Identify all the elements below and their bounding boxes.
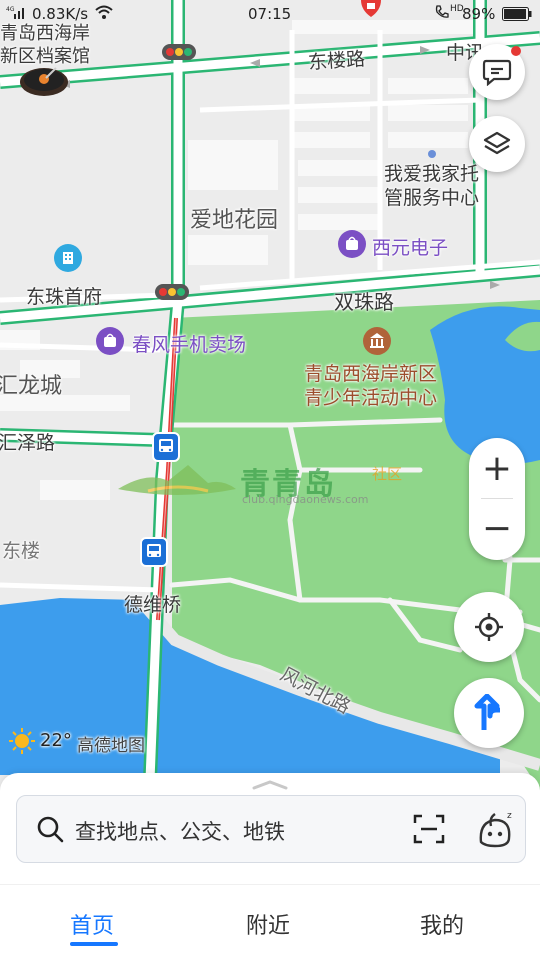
tab-home[interactable]: 首页	[70, 908, 114, 940]
weather-sun-icon	[8, 727, 36, 755]
message-icon	[482, 59, 512, 86]
svg-text:z: z	[507, 811, 512, 821]
road-label-donglou: 东楼路	[307, 48, 366, 74]
network-speed: 0.83K/s	[32, 5, 89, 23]
map-label-childcare-line2: 管服务中心	[384, 187, 480, 209]
voice-assistant-icon[interactable]: z	[475, 808, 517, 850]
notification-dot	[511, 46, 521, 56]
signal-icon: 4G	[6, 4, 28, 24]
museum-icon[interactable]	[363, 327, 391, 355]
watermark-logo-icon	[118, 465, 236, 495]
layers-button[interactable]	[469, 116, 525, 172]
watermark-tag: 社区	[372, 465, 403, 483]
location-marker-icon[interactable]	[359, 0, 383, 18]
traffic-light-icon	[162, 44, 196, 60]
record-player-icon[interactable]	[18, 62, 70, 98]
crosshair-icon	[475, 613, 503, 641]
search-bar[interactable]: 查找地点、公交、地铁 z	[16, 795, 526, 863]
route-arrow-icon	[474, 694, 500, 730]
map-label-xiyuan[interactable]: 西元电子	[372, 233, 448, 260]
map-label-donglou[interactable]: 东楼	[2, 536, 40, 563]
dot-icon	[428, 150, 436, 158]
scan-icon[interactable]	[413, 813, 445, 845]
map-label-dongzhu[interactable]: 东珠首府	[26, 282, 102, 309]
map-label-youth-line1: 青岛西海岸新区	[304, 363, 438, 385]
zoom-in-button[interactable]: +	[469, 438, 525, 498]
search-icon	[37, 816, 64, 843]
map-provider-logo: 高德地图	[77, 736, 145, 756]
watermark-url: club.qingdaonews.com	[242, 493, 369, 506]
route-button[interactable]	[454, 678, 524, 748]
battery-percent: 89%	[462, 5, 496, 23]
svg-text:4G: 4G	[6, 6, 15, 13]
shopping-bag-icon[interactable]	[96, 327, 124, 355]
tab-nearby[interactable]: 附近	[246, 908, 290, 940]
tab-mine[interactable]: 我的	[420, 908, 464, 940]
tab-divider	[0, 884, 540, 885]
building-icon[interactable]	[54, 244, 82, 272]
battery-icon	[502, 7, 532, 25]
sheet-handle-icon[interactable]	[250, 775, 290, 790]
map-label-youth-center[interactable]: 青岛西海岸新区 青少年活动中心	[304, 362, 437, 410]
map-label-childcare-line1: 我爱我家托	[384, 163, 480, 185]
tab-home-indicator	[70, 942, 118, 946]
map-label-huilong[interactable]: 汇龙城	[0, 368, 62, 400]
map-label-deweiqiao[interactable]: 德维桥	[124, 590, 181, 617]
traffic-light-icon	[155, 284, 189, 300]
clock: 07:15	[248, 5, 292, 23]
locate-button[interactable]	[454, 592, 524, 662]
map-label-childcare[interactable]: 我爱我家托 管服务中心	[384, 162, 479, 210]
status-bar: 4G 0.83K/s 07:15 HD 89%	[0, 0, 540, 30]
map-label-aidi-garden[interactable]: 爱地花园	[190, 202, 278, 234]
wifi-icon	[94, 4, 114, 24]
shopping-bag-icon[interactable]	[338, 230, 366, 258]
call-icon	[434, 4, 450, 24]
road-label-huize: 汇泽路	[0, 432, 56, 454]
map-label-chunfeng[interactable]: 春风手机卖场	[132, 330, 246, 357]
layers-icon	[483, 131, 511, 155]
zoom-out-button[interactable]: −	[469, 498, 525, 558]
zoom-control: + −	[469, 438, 525, 560]
search-placeholder[interactable]: 查找地点、公交、地铁	[75, 816, 285, 846]
bus-stop-icon[interactable]	[140, 537, 168, 567]
weather-temperature: 22°	[40, 730, 72, 751]
watermark: 青青岛 社区 club.qingdaonews.com	[118, 455, 418, 510]
map-label-youth-line2: 青少年活动中心	[304, 387, 438, 409]
road-label-shuangzhu: 双珠路	[334, 290, 394, 314]
